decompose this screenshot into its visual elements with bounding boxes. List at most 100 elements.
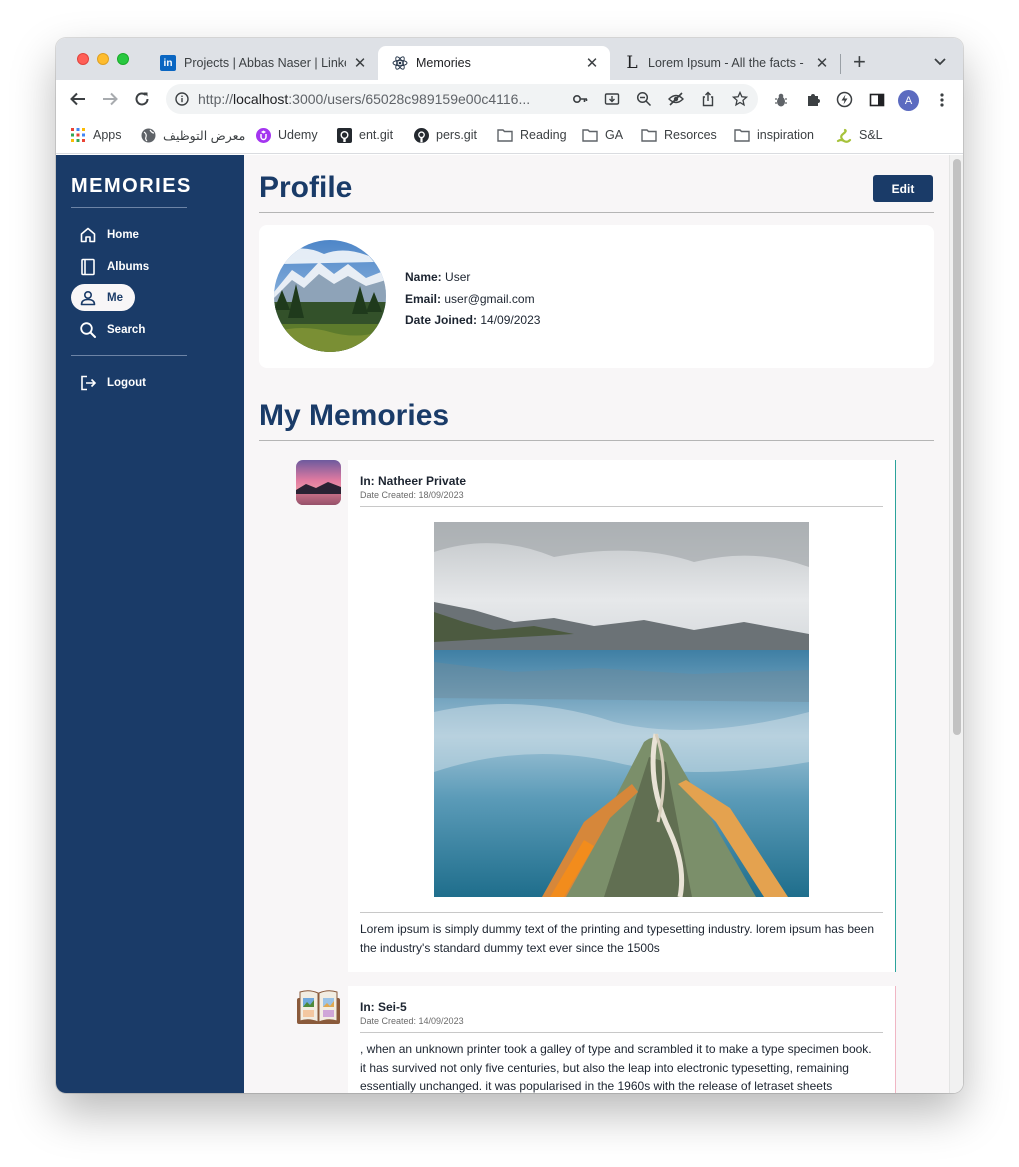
bookmark-pers-git[interactable]: pers.git: [413, 127, 477, 143]
sidebar-item-label: Me: [107, 291, 123, 304]
bookmark-label: Reading: [520, 128, 567, 142]
logout-icon: [78, 373, 97, 392]
bookmark-ga[interactable]: GA: [582, 127, 623, 143]
more-menu-icon[interactable]: [933, 91, 950, 108]
react-icon: [392, 55, 408, 71]
tab-linkedin[interactable]: in Projects | Abbas Naser | LinkedIn ✕: [146, 46, 378, 80]
folder-icon: [641, 127, 657, 143]
bookmark-star-icon[interactable]: [732, 91, 748, 107]
user-icon: [78, 288, 97, 307]
eye-off-icon[interactable]: [668, 91, 684, 107]
forward-arrow-icon[interactable]: [100, 89, 120, 109]
email-value: user@gmail.com: [444, 291, 535, 306]
bookmark-label: ent.git: [359, 128, 394, 142]
page-title: Profile: [259, 171, 353, 204]
address-bar[interactable]: http://localhost:3000/users/65028c989159…: [166, 84, 758, 114]
sidebar-item-home[interactable]: Home: [71, 221, 151, 248]
home-icon: [78, 225, 97, 244]
close-icon[interactable]: ✕: [352, 55, 368, 71]
profile-name-row: Name: User: [405, 267, 540, 289]
github-icon: [336, 127, 352, 143]
logout-label: Logout: [107, 376, 146, 389]
browser-window: in Projects | Abbas Naser | LinkedIn ✕ M…: [56, 38, 963, 1093]
name-label: Name:: [405, 270, 442, 284]
memory-card[interactable]: In: Natheer Private Date Created: 18/09/…: [296, 460, 896, 972]
extensions-puzzle-icon[interactable]: [804, 91, 821, 108]
bookmark-label: Resorces: [664, 128, 717, 142]
bookmark-label: S&L: [859, 128, 883, 142]
bookmark-label: inspiration: [757, 128, 814, 142]
name-value: User: [445, 270, 471, 284]
sidebar-item-search[interactable]: Search: [71, 316, 157, 343]
tab-title: Lorem Ipsum - All the facts - Lipsum gen…: [648, 56, 808, 70]
sidebar-item-me[interactable]: Me: [71, 284, 135, 311]
edit-profile-button[interactable]: Edit: [873, 175, 933, 202]
info-icon[interactable]: [175, 92, 189, 106]
memory-card-body: In: Natheer Private Date Created: 18/09/…: [348, 460, 896, 972]
tab-title: Projects | Abbas Naser | LinkedIn: [184, 56, 346, 70]
logout-button[interactable]: Logout: [71, 369, 158, 396]
snake-icon: [836, 127, 852, 143]
tab-memories[interactable]: Memories ✕: [378, 46, 610, 80]
github-icon: [413, 127, 429, 143]
bookmark-inspiration[interactable]: inspiration: [734, 127, 814, 143]
bug-extension-icon[interactable]: [772, 91, 789, 108]
tab-lipsum[interactable]: L Lorem Ipsum - All the facts - Lipsum g…: [610, 46, 840, 80]
close-icon[interactable]: ✕: [584, 55, 600, 71]
install-app-icon[interactable]: [604, 91, 620, 107]
sidebar-item-label: Search: [107, 323, 146, 336]
minimize-window-button[interactable]: [97, 53, 109, 65]
key-icon[interactable]: [572, 91, 588, 107]
memory-photo[interactable]: [434, 522, 809, 897]
tab-strip: in Projects | Abbas Naser | LinkedIn ✕ M…: [56, 38, 963, 80]
side-panel-icon[interactable]: [868, 91, 885, 108]
page-viewport: MEMORIES Home Albums Me Search Logout Pr…: [56, 155, 963, 1093]
brand-logo[interactable]: MEMORIES: [71, 175, 192, 198]
profile-joined-row: Date Joined: 14/09/2023: [405, 310, 540, 332]
tab-title: Memories: [416, 56, 471, 70]
bookmark-udemy[interactable]: Udemy: [255, 127, 318, 143]
bookmark-job-fair[interactable]: معرض التوظيف: [140, 127, 245, 143]
reload-icon[interactable]: [132, 89, 152, 109]
memory-description: Lorem ipsum is simply dummy text of the …: [360, 922, 875, 955]
new-tab-button[interactable]: +: [853, 51, 866, 73]
close-window-button[interactable]: [77, 53, 89, 65]
bookmark-apps[interactable]: Apps: [70, 127, 122, 143]
bookmarks-bar: Apps معرض التوظيف Udemy ent.git pers.git: [56, 118, 963, 154]
bookmark-ent-git[interactable]: ent.git: [336, 127, 393, 143]
tab-separator: [840, 54, 841, 74]
zoom-window-button[interactable]: [117, 53, 129, 65]
bookmark-reading[interactable]: Reading: [497, 127, 567, 143]
bookmark-resorces[interactable]: Resorces: [641, 127, 717, 143]
album-thumbnail[interactable]: [296, 460, 341, 505]
album-thumbnail[interactable]: [296, 986, 341, 1031]
memory-card-body: In: Sei-5 Date Created: 14/09/2023 , whe…: [348, 986, 896, 1093]
bookmark-label: pers.git: [436, 128, 477, 142]
profile-card: Name: User Email: user@gmail.com Date Jo…: [259, 225, 934, 368]
sidebar-item-label: Albums: [107, 260, 150, 273]
sidebar-item-albums[interactable]: Albums: [71, 253, 161, 280]
back-arrow-icon[interactable]: [68, 89, 88, 109]
profile-details: Name: User Email: user@gmail.com Date Jo…: [405, 267, 540, 332]
divider: [71, 355, 187, 356]
bookmark-snl[interactable]: S&L: [836, 127, 883, 143]
memory-album[interactable]: In: Natheer Private: [360, 474, 466, 488]
search-icon: [78, 320, 97, 339]
album-icon: [78, 257, 97, 276]
lightning-extension-icon[interactable]: [836, 91, 853, 108]
url-text: http://localhost:3000/users/65028c989159…: [198, 91, 531, 107]
memory-card[interactable]: In: Sei-5 Date Created: 14/09/2023 , whe…: [296, 986, 896, 1093]
page-scrollbar[interactable]: [949, 155, 963, 1093]
folder-icon: [497, 127, 513, 143]
udemy-icon: [255, 127, 271, 143]
share-icon[interactable]: [700, 91, 716, 107]
profile-avatar[interactable]: A: [898, 90, 919, 111]
tab-search-chevron-icon[interactable]: [933, 54, 947, 68]
close-icon[interactable]: ✕: [814, 55, 830, 71]
zoom-out-icon[interactable]: [636, 91, 652, 107]
divider: [259, 440, 934, 441]
memory-album[interactable]: In: Sei-5: [360, 1000, 407, 1014]
scrollbar-thumb[interactable]: [953, 159, 961, 735]
folder-icon: [582, 127, 598, 143]
email-label: Email:: [405, 291, 442, 306]
